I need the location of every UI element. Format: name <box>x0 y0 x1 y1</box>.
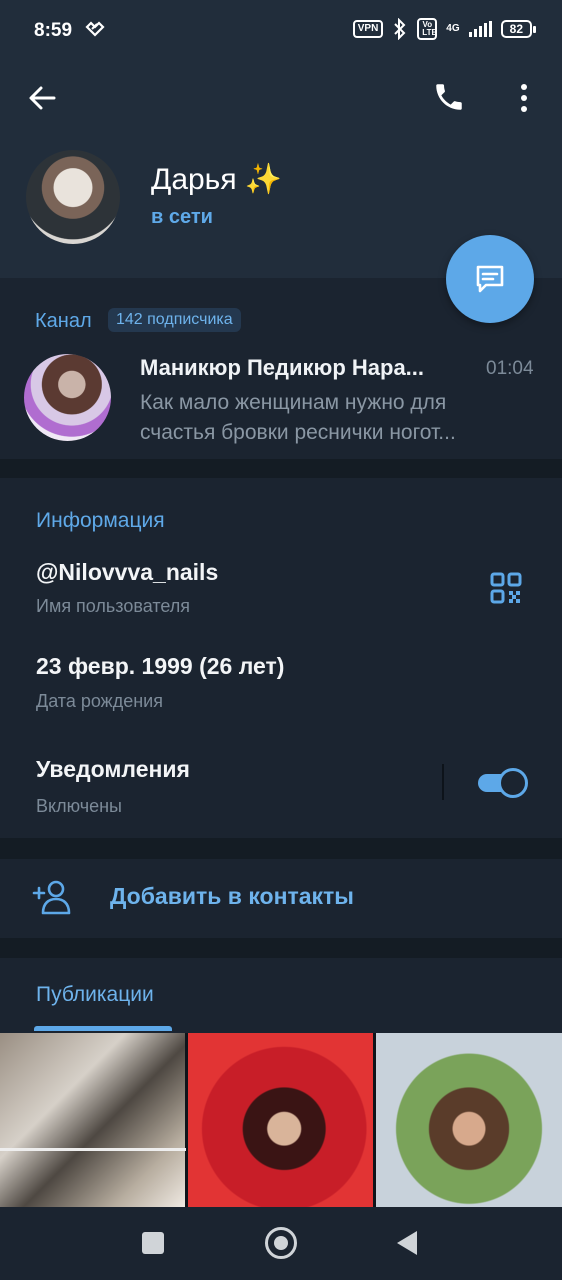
info-section: Информация @Nilovvva_nails Имя пользоват… <box>0 478 562 838</box>
phone-icon[interactable] <box>432 80 466 114</box>
message-icon <box>476 265 504 293</box>
add-contact-label: Добавить в контакты <box>110 883 354 909</box>
status-icons: VPN Vo LTE 4G 82 <box>352 18 537 40</box>
signal-icon <box>468 21 492 37</box>
publications-tabs: Публикации <box>0 958 562 1033</box>
network-type: 4G <box>446 23 460 34</box>
notifications-title[interactable]: Уведомления <box>36 756 190 783</box>
recents-button[interactable] <box>142 1232 164 1254</box>
back-button[interactable] <box>397 1231 417 1255</box>
info-title: Информация <box>36 509 165 532</box>
channel-name: Маникюр Педикюр Нара... <box>140 355 425 380</box>
add-contact-button[interactable]: Добавить в контакты <box>0 859 562 938</box>
publications-grid <box>0 1033 562 1207</box>
tab-publications[interactable]: Публикации <box>36 983 154 1007</box>
birthday-label: Дата рождения <box>36 691 163 711</box>
bluetooth-icon <box>394 18 406 40</box>
more-vert-icon[interactable] <box>515 82 533 114</box>
system-nav-bar <box>0 1207 562 1280</box>
profile-name: Дарья ✨ <box>151 163 283 196</box>
battery-indicator: 82 <box>500 20 537 38</box>
volte-indicator: Vo LTE <box>417 18 438 40</box>
notifications-toggle[interactable] <box>476 768 529 798</box>
toggle-divider <box>442 764 444 800</box>
tab-indicator <box>34 1026 172 1031</box>
vpn-indicator: VPN <box>352 20 384 38</box>
profile-avatar[interactable] <box>26 150 120 244</box>
back-arrow-icon[interactable] <box>26 82 58 114</box>
birthday-value: 23 февр. 1999 (26 лет) <box>36 653 285 679</box>
username-label: Имя пользователя <box>36 596 191 616</box>
message-button[interactable] <box>446 235 534 323</box>
app-notification-icon <box>85 21 105 37</box>
publication-thumbnail[interactable] <box>188 1033 373 1207</box>
status-time: 8:59 <box>34 20 73 41</box>
toggle-knob <box>498 768 528 798</box>
channel-label: Канал <box>35 310 92 332</box>
qr-code-icon[interactable] <box>490 572 522 604</box>
online-status: в сети <box>151 206 213 228</box>
username-value[interactable]: @Nilovvva_nails <box>36 559 218 586</box>
channel-last-message: Как мало женщинам нужно для счастья бров… <box>140 391 456 444</box>
subscribers-badge: 142 подписчика <box>108 308 241 332</box>
publication-thumbnail[interactable] <box>376 1033 562 1207</box>
channel-avatar <box>24 354 111 441</box>
status-bar: 8:59 VPN Vo LTE 4G 82 <box>0 0 562 60</box>
home-button[interactable] <box>265 1227 297 1259</box>
notifications-state: Включены <box>36 796 122 816</box>
add-person-icon <box>32 880 71 915</box>
channel-time: 01:04 <box>486 358 534 379</box>
publication-thumbnail[interactable] <box>0 1033 186 1207</box>
